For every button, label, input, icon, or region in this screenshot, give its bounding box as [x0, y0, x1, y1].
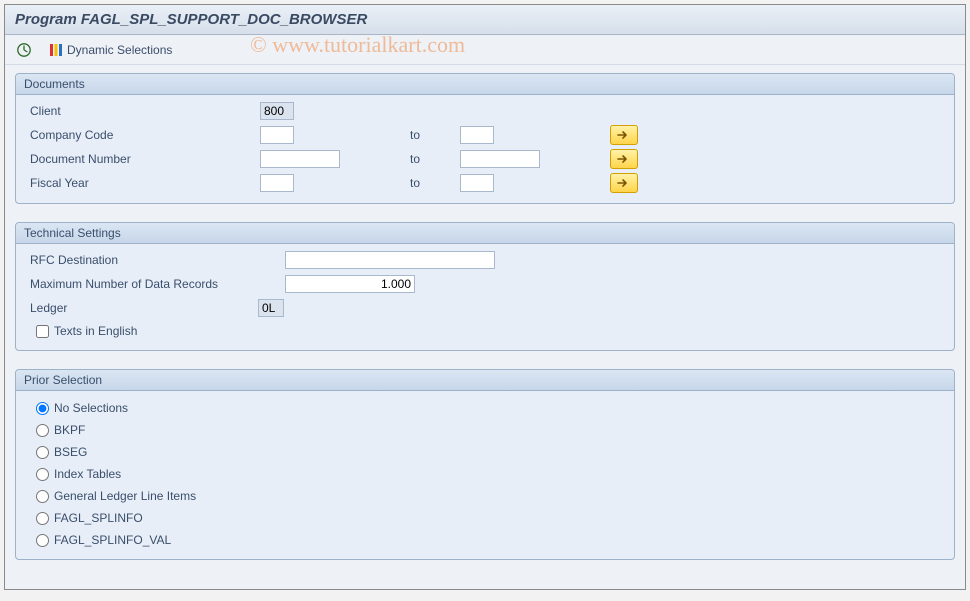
prior-option-row[interactable]: General Ledger Line Items	[16, 485, 954, 507]
texts-in-english-checkbox[interactable]	[36, 325, 49, 338]
to-input[interactable]	[460, 150, 540, 168]
prior-option-radio[interactable]	[36, 446, 49, 459]
documents-header: Documents	[16, 74, 954, 95]
arrow-right-icon	[617, 130, 631, 140]
from-input[interactable]	[260, 150, 340, 168]
prior-option-row[interactable]: FAGL_SPLINFO_VAL	[16, 529, 954, 551]
max-records-label: Maximum Number of Data Records	[30, 277, 285, 291]
to-label: to	[410, 128, 460, 142]
documents-row: Client	[16, 99, 954, 123]
execute-button[interactable]	[13, 39, 35, 61]
prior-option-row[interactable]: No Selections	[16, 397, 954, 419]
prior-option-row[interactable]: FAGL_SPLINFO	[16, 507, 954, 529]
from-input[interactable]	[260, 174, 294, 192]
ledger-label: Ledger	[30, 301, 258, 315]
dynamic-selections-button[interactable]: Dynamic Selections	[43, 39, 178, 61]
to-label: to	[410, 152, 460, 166]
documents-group: Documents ClientCompany CodetoDocument N…	[15, 73, 955, 204]
texts-in-english-row[interactable]: Texts in English	[16, 320, 954, 342]
prior-option-label: General Ledger Line Items	[54, 489, 196, 503]
prior-option-radio[interactable]	[36, 468, 49, 481]
prior-option-row[interactable]: BSEG	[16, 441, 954, 463]
rfc-destination-input[interactable]	[285, 251, 495, 269]
documents-row: Fiscal Year to	[16, 171, 954, 195]
arrow-right-icon	[617, 178, 631, 188]
prior-selection-header: Prior Selection	[16, 370, 954, 391]
prior-option-row[interactable]: Index Tables	[16, 463, 954, 485]
technical-settings-group: Technical Settings RFC Destination Maxim…	[15, 222, 955, 351]
field-label: Client	[30, 104, 260, 118]
to-input[interactable]	[460, 174, 494, 192]
prior-option-label: Index Tables	[54, 467, 121, 481]
from-input[interactable]	[260, 126, 294, 144]
prior-option-radio[interactable]	[36, 424, 49, 437]
prior-option-label: BKPF	[54, 423, 85, 437]
dynamic-selections-label: Dynamic Selections	[67, 43, 172, 57]
prior-option-label: BSEG	[54, 445, 87, 459]
to-label: to	[410, 176, 460, 190]
technical-settings-header: Technical Settings	[16, 223, 954, 244]
ledger-input[interactable]	[258, 299, 284, 317]
clock-execute-icon	[16, 42, 32, 58]
dynamic-selections-icon	[49, 43, 63, 57]
texts-in-english-label: Texts in English	[54, 324, 137, 338]
field-label: Company Code	[30, 128, 260, 142]
toolbar: Dynamic Selections	[5, 35, 965, 65]
prior-option-label: No Selections	[54, 401, 128, 415]
field-label: Document Number	[30, 152, 260, 166]
arrow-right-icon	[617, 154, 631, 164]
from-input[interactable]	[260, 102, 294, 120]
prior-option-label: FAGL_SPLINFO	[54, 511, 143, 525]
content-area: Documents ClientCompany CodetoDocument N…	[5, 65, 965, 574]
to-input[interactable]	[460, 126, 494, 144]
multiple-selection-button[interactable]	[610, 149, 638, 169]
prior-option-radio[interactable]	[36, 490, 49, 503]
prior-option-radio[interactable]	[36, 534, 49, 547]
field-label: Fiscal Year	[30, 176, 260, 190]
prior-selection-group: Prior Selection No Selections BKPF BSEG Ind…	[15, 369, 955, 560]
max-records-input[interactable]	[285, 275, 415, 293]
prior-option-radio[interactable]	[36, 512, 49, 525]
multiple-selection-button[interactable]	[610, 125, 638, 145]
app-frame: Program FAGL_SPL_SUPPORT_DOC_BROWSER Dyn…	[4, 4, 966, 590]
multiple-selection-button[interactable]	[610, 173, 638, 193]
prior-option-row[interactable]: BKPF	[16, 419, 954, 441]
prior-option-label: FAGL_SPLINFO_VAL	[54, 533, 171, 547]
documents-row: Company Code to	[16, 123, 954, 147]
rfc-destination-label: RFC Destination	[30, 253, 285, 267]
prior-option-radio[interactable]	[36, 402, 49, 415]
documents-row: Document Number to	[16, 147, 954, 171]
page-title: Program FAGL_SPL_SUPPORT_DOC_BROWSER	[5, 5, 965, 35]
